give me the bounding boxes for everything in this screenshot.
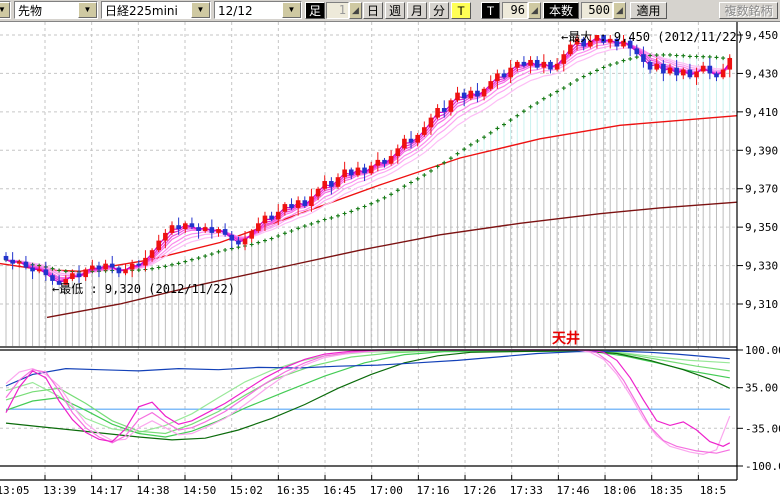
time-axis-label: 16:45: [323, 484, 356, 497]
dropdown-arrow-icon[interactable]: ▼: [78, 2, 97, 18]
time-axis-label: 18:06: [603, 484, 636, 497]
chart-application-window: ▼ 先物 ▼ 日経225mini ▼ 12/12 ▼ 足 1 ◢ 日 週 月 分…: [0, 0, 780, 500]
period-day-button[interactable]: 日: [363, 2, 383, 19]
time-axis-label: 17:16: [416, 484, 449, 497]
oscillator-axis-label: 100.00: [745, 344, 780, 357]
t-mode-button[interactable]: T: [481, 2, 500, 19]
price-axis-label: 9,390: [745, 144, 778, 157]
max-price-annotation: ←最大 : 9,450 (2012/11/22): [561, 30, 744, 44]
spinner-icon[interactable]: ◢: [528, 2, 541, 19]
symbol-value: 日経225mini: [105, 4, 178, 18]
ma-ribbon: [5, 36, 731, 284]
rci-green-2: [5, 349, 730, 435]
total-bars-input[interactable]: 500: [581, 2, 613, 19]
ashi-toggle-button[interactable]: 足: [305, 2, 325, 19]
price-axis-label: 9,350: [745, 221, 778, 234]
spinner-icon[interactable]: ◢: [613, 2, 626, 19]
time-axis-label: 18:35: [650, 484, 683, 497]
period-tick-button[interactable]: T: [451, 2, 471, 19]
time-axis-label: 14:17: [90, 484, 123, 497]
green-sma-markers: [4, 52, 732, 274]
chart-canvas: 9,450 9,430 9,410 9,390 9,370 9,350 9,330 9,310…: [0, 21, 780, 497]
hatch-lines: [5, 54, 731, 346]
rci-green-3: [5, 350, 730, 438]
time-axis-label: 17:00: [370, 484, 403, 497]
category-value: 先物: [18, 4, 43, 18]
bars-count-input[interactable]: 96: [502, 2, 528, 19]
candles: [3, 35, 733, 285]
rci-magenta: [5, 349, 731, 447]
apply-button[interactable]: 適用: [630, 2, 667, 19]
time-axis-label: 13:05: [0, 484, 30, 497]
min-price-annotation: ←最低 : 9,320 (2012/11/22): [52, 282, 235, 296]
time-axis-label: 18:5: [700, 484, 727, 497]
oscillator-axis-label: 35.00: [745, 382, 778, 395]
period-week-button[interactable]: 週: [385, 2, 405, 19]
price-axis-label: 9,330: [745, 260, 778, 273]
dropdown-arrow-icon[interactable]: ▼: [191, 2, 210, 18]
time-axis-label: 16:35: [276, 484, 309, 497]
spinner-icon[interactable]: ◢: [349, 2, 362, 19]
price-axis-label: 9,410: [745, 106, 778, 119]
time-axis-label: 17:26: [463, 484, 496, 497]
time-axis-label: 15:02: [230, 484, 263, 497]
time-axis-label: 17:33: [510, 484, 543, 497]
period-minute-button[interactable]: 分: [429, 2, 449, 19]
price-axis-label: 9,430: [745, 67, 778, 80]
ceiling-annotation: 天井: [552, 331, 580, 347]
time-axis-label: 14:50: [183, 484, 216, 497]
dropdown-arrow-icon[interactable]: ▼: [0, 2, 10, 18]
price-axis-label: 9,370: [745, 183, 778, 196]
toolbar: ▼ 先物 ▼ 日経225mini ▼ 12/12 ▼ 足 1 ◢ 日 週 月 分…: [0, 0, 780, 22]
oscillator-axis: 100.00 35.00 -35.00 -100.00: [737, 344, 780, 473]
date-value: 12/12: [218, 4, 253, 18]
honsu-button[interactable]: 本数: [543, 2, 579, 19]
dropdown-arrow-icon[interactable]: ▼: [282, 2, 301, 18]
oscillator-axis-label: -100.00: [745, 460, 780, 473]
oscillator-axis-label: -35.00: [745, 422, 780, 435]
time-axis: 13:05 13:39 14:17 14:38 14:50 15:02 16:35 16:45…: [0, 475, 726, 497]
rci-green-dark: [5, 349, 731, 441]
rci-green-1: [5, 349, 730, 434]
category-select[interactable]: 先物 ▼: [14, 1, 98, 19]
price-axis: 9,450 9,430 9,410 9,390 9,370 9,350 9,330 9,310: [737, 29, 778, 311]
multi-symbol-button: 複数銘柄: [719, 2, 778, 19]
price-axis-label: 9,310: [745, 298, 778, 311]
panel-borders: [0, 21, 738, 481]
time-axis-label: 13:39: [43, 484, 76, 497]
period-month-button[interactable]: 月: [407, 2, 427, 19]
price-axis-label: 9,450: [745, 29, 778, 42]
oscillator-lines: [5, 349, 731, 456]
date-select[interactable]: 12/12 ▼: [214, 1, 302, 19]
clipped-combo[interactable]: ▼: [0, 1, 11, 19]
symbol-select[interactable]: 日経225mini ▼: [101, 1, 211, 19]
interval-input[interactable]: 1: [326, 2, 349, 19]
time-axis-label: 14:38: [136, 484, 169, 497]
time-axis-label: 17:46: [556, 484, 589, 497]
